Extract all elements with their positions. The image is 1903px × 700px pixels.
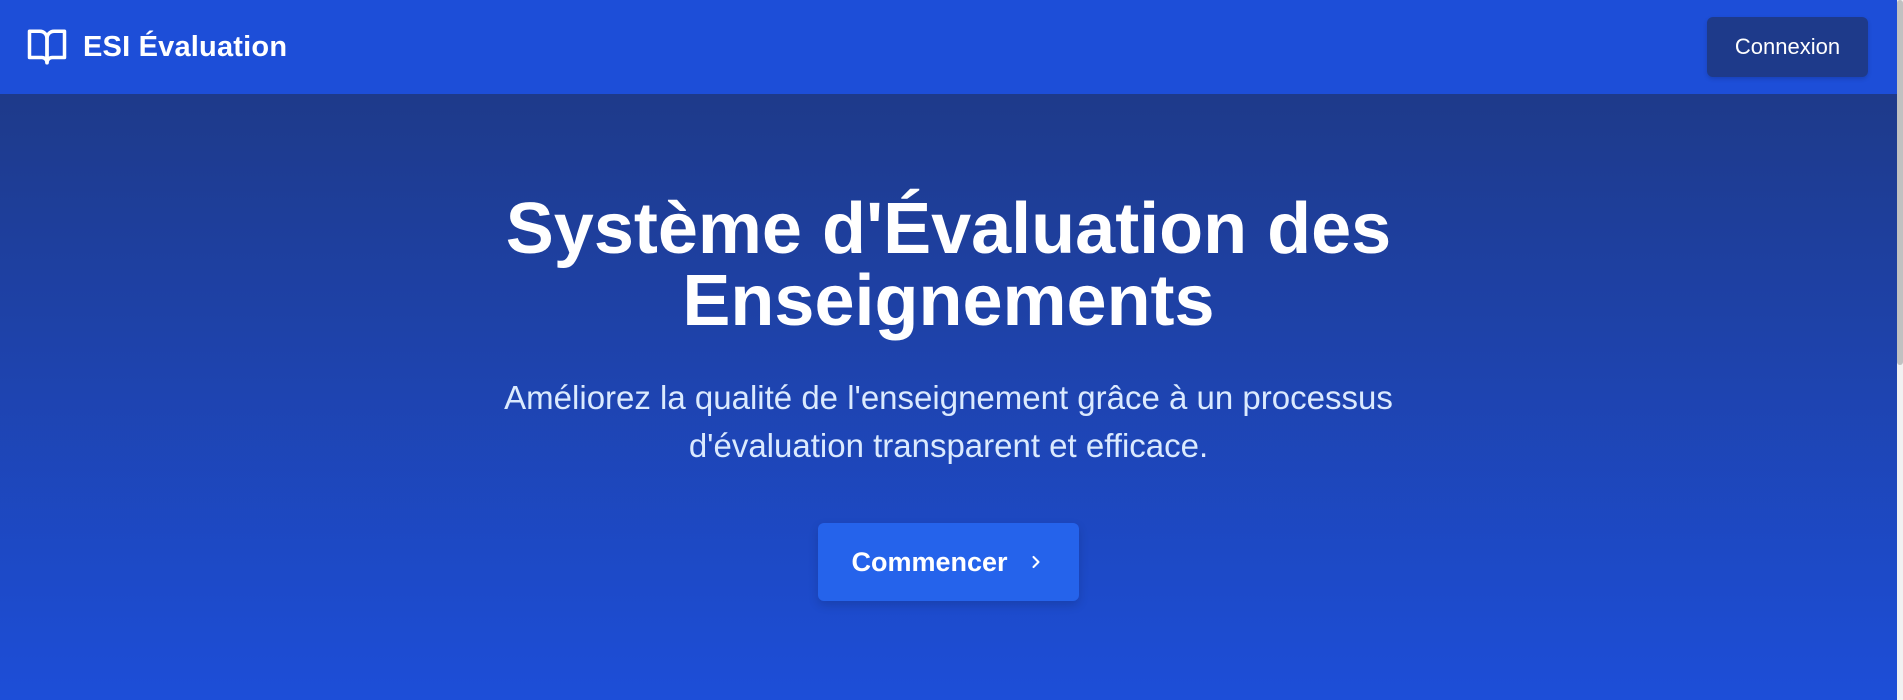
brand-name: ESI Évaluation: [83, 30, 288, 63]
hero-subtitle: Améliorez la qualité de l'enseignement g…: [0, 374, 1897, 470]
book-open-icon: [25, 26, 69, 68]
page-scrollbar[interactable]: [1897, 0, 1903, 700]
scrollbar-thumb[interactable]: [1897, 0, 1903, 365]
hero-section: Système d'Évaluation des Enseignements A…: [0, 94, 1897, 700]
hero-title: Système d'Évaluation des Enseignements: [0, 94, 1897, 337]
start-button[interactable]: Commencer: [818, 523, 1079, 601]
hero-subtitle-line-1: Améliorez la qualité de l'enseignement g…: [504, 379, 1393, 416]
brand[interactable]: ESI Évaluation: [25, 26, 287, 68]
hero-title-line-2: Enseignements: [682, 261, 1215, 341]
start-button-label: Commencer: [851, 546, 1008, 577]
hero-subtitle-line-2: d'évaluation transparent et efficace.: [688, 427, 1209, 464]
chevron-right-icon: [1026, 550, 1046, 574]
login-button[interactable]: Connexion: [1707, 17, 1868, 77]
top-navbar: ESI Évaluation Connexion: [0, 0, 1897, 94]
hero-title-line-1: Système d'Évaluation des: [505, 189, 1392, 269]
